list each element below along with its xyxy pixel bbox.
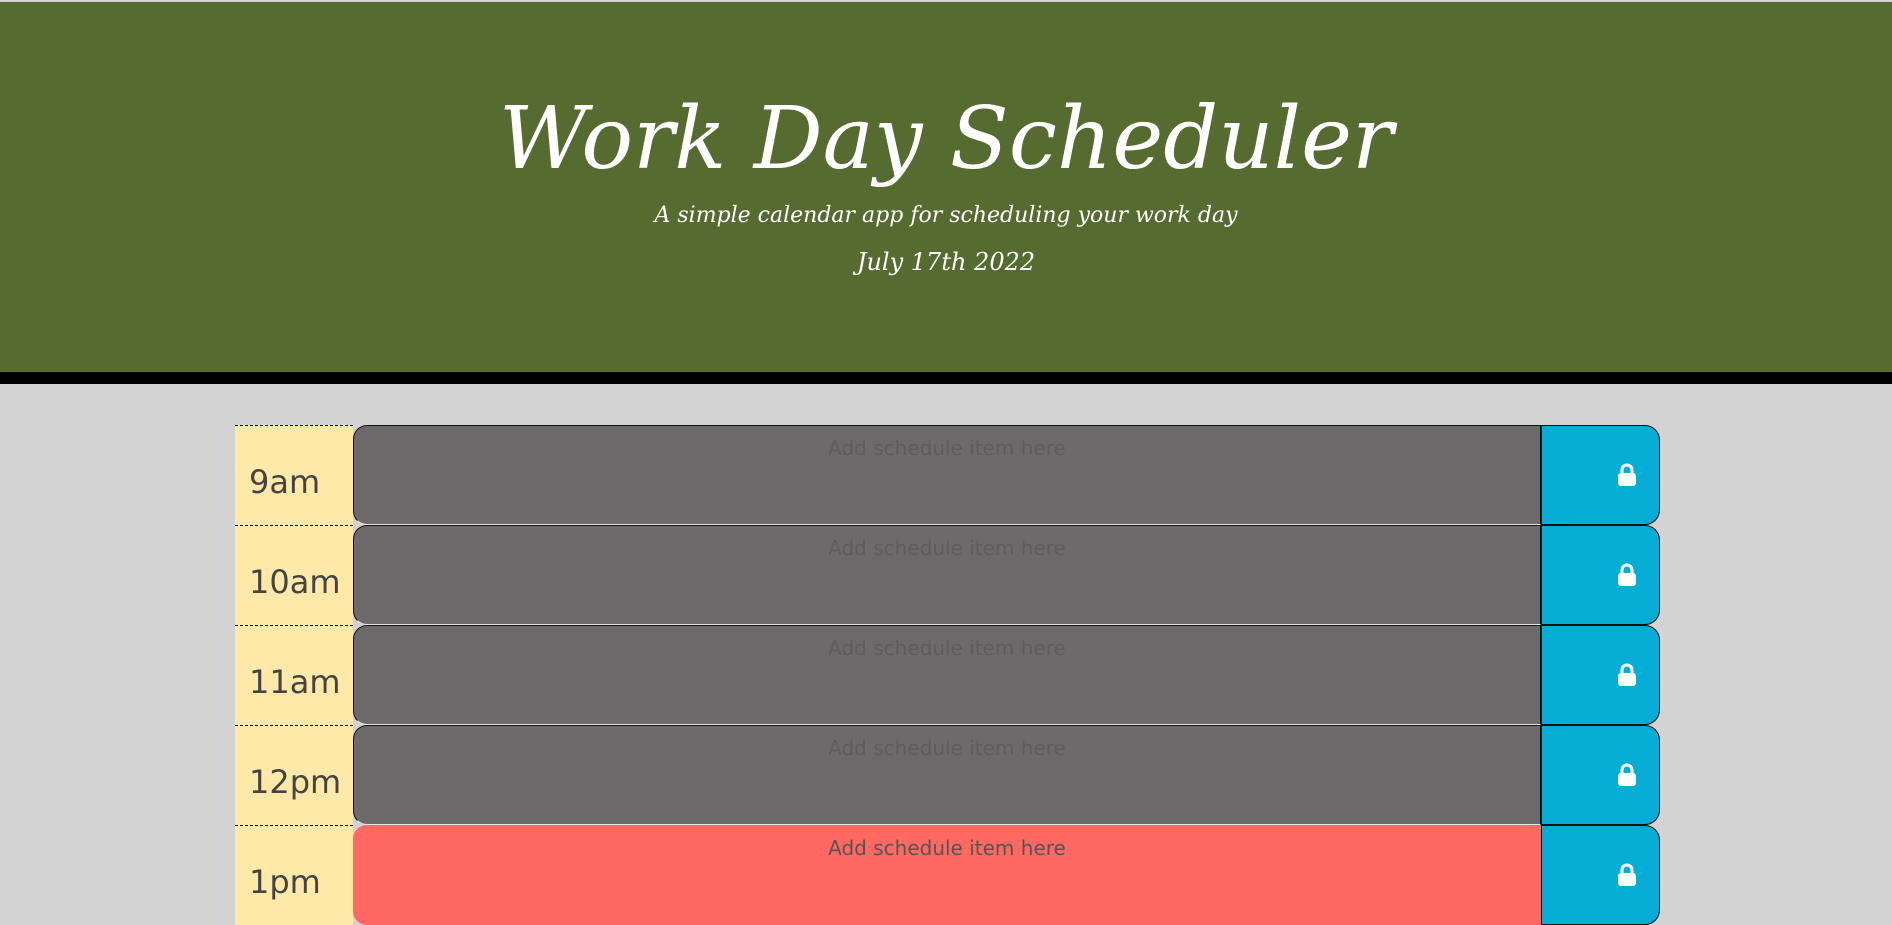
page-subtitle: A simple calendar app for scheduling you…	[654, 203, 1238, 228]
time-block-12pm: 12pm	[235, 725, 1660, 825]
hour-label: 1pm	[235, 825, 353, 925]
hour-label: 11am	[235, 625, 353, 725]
lock-icon	[1617, 563, 1636, 586]
time-block-1pm: 1pm	[235, 825, 1660, 925]
lock-icon	[1617, 463, 1636, 486]
time-block-10am: 10am	[235, 525, 1660, 625]
schedule-item-input[interactable]	[353, 825, 1541, 925]
lock-icon	[1617, 863, 1636, 886]
save-button[interactable]	[1541, 625, 1660, 725]
save-button[interactable]	[1541, 825, 1660, 925]
schedule-item-input[interactable]	[353, 425, 1541, 525]
lock-icon	[1617, 763, 1636, 786]
time-block-9am: 9am	[235, 425, 1660, 525]
save-button[interactable]	[1541, 525, 1660, 625]
page-header: Work Day Scheduler A simple calendar app…	[0, 2, 1892, 384]
schedule-item-input[interactable]	[353, 525, 1541, 625]
schedule-item-input[interactable]	[353, 625, 1541, 725]
time-block-11am: 11am	[235, 625, 1660, 725]
current-day: July 17th 2022	[856, 248, 1036, 276]
schedule-item-input[interactable]	[353, 725, 1541, 825]
hour-label: 10am	[235, 525, 353, 625]
hour-label: 12pm	[235, 725, 353, 825]
save-button[interactable]	[1541, 725, 1660, 825]
scheduler-container: 9am 10am 11am 12pm	[235, 425, 1660, 925]
hour-label: 9am	[235, 425, 353, 525]
lock-icon	[1617, 663, 1636, 686]
page-title: Work Day Scheduler	[498, 89, 1394, 189]
save-button[interactable]	[1541, 425, 1660, 525]
